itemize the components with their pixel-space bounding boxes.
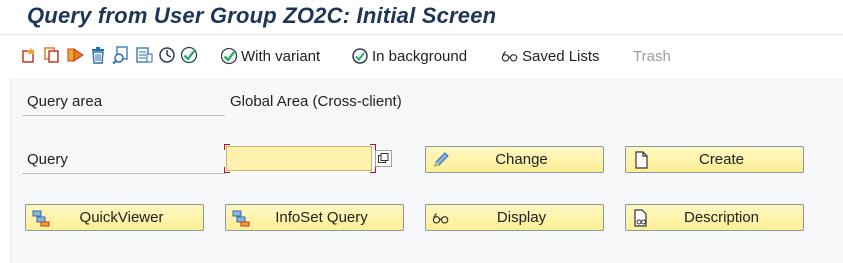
infoset-icon <box>232 209 250 227</box>
check-icon[interactable] <box>180 46 198 64</box>
query-label: Query <box>27 151 68 168</box>
execute-icon[interactable] <box>66 46 84 64</box>
with-variant-button[interactable]: With variant <box>220 46 320 66</box>
required-marker-bottom-left <box>224 167 230 173</box>
trash-label: Trash <box>633 47 671 65</box>
in-background-button[interactable]: In background <box>351 46 467 66</box>
create-button[interactable]: Create <box>625 146 804 173</box>
document-glasses-icon <box>632 209 650 227</box>
required-marker-bottom-right <box>370 167 376 173</box>
saved-lists-label: Saved Lists <box>522 47 600 65</box>
page-title: Query from User Group ZO2C: Initial Scre… <box>27 3 497 28</box>
change-label: Change <box>495 151 548 168</box>
variant-icon <box>220 47 238 65</box>
infoset-query-button[interactable]: InfoSet Query <box>225 204 404 231</box>
query-area-value: Global Area (Cross-client) <box>230 93 402 110</box>
background-job-icon <box>351 47 369 65</box>
quickviewer-icon <box>32 209 50 227</box>
quickviewer-button[interactable]: QuickViewer <box>25 204 204 231</box>
glasses-icon <box>501 47 519 65</box>
query-area-label: Query area <box>27 93 103 110</box>
query-area-underline <box>22 115 225 116</box>
copy-icon[interactable] <box>43 46 61 64</box>
with-variant-label: With variant <box>241 47 321 65</box>
saved-lists-button[interactable]: Saved Lists <box>501 46 600 66</box>
display-icon[interactable] <box>112 46 130 64</box>
delete-icon[interactable] <box>89 46 107 64</box>
trash-button: Trash <box>633 46 671 66</box>
value-help-button[interactable] <box>375 150 392 167</box>
display-label: Display <box>496 209 547 226</box>
quickviewer-label: QuickViewer <box>79 209 164 226</box>
change-button[interactable]: Change <box>425 146 604 173</box>
description-label: Description <box>683 209 760 226</box>
execute-with-variant-icon[interactable] <box>158 46 176 64</box>
create-icon[interactable] <box>20 46 38 64</box>
infoset-query-label: InfoSet Query <box>275 209 368 226</box>
in-background-label: In background <box>372 47 468 65</box>
create-label: Create <box>698 151 745 168</box>
value-help-icon <box>378 153 389 163</box>
glasses-icon <box>432 209 450 227</box>
application-toolbar: With variant In background Saved Lists T… <box>0 40 843 72</box>
query-input[interactable] <box>226 146 372 171</box>
pencil-icon <box>432 151 450 169</box>
query-underline <box>22 173 225 174</box>
description-button[interactable]: Description <box>625 204 804 231</box>
description-icon[interactable] <box>135 46 153 64</box>
new-document-icon <box>632 151 650 169</box>
display-button[interactable]: Display <box>425 204 604 231</box>
required-marker-top-left <box>224 144 230 150</box>
title-bar: Query from User Group ZO2C: Initial Scre… <box>0 0 843 35</box>
